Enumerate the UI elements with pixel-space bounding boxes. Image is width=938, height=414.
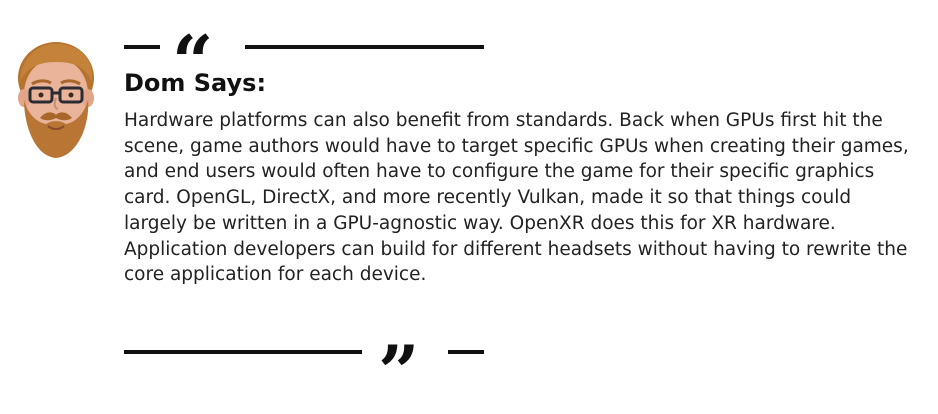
bearded-man-with-glasses-avatar-icon xyxy=(18,42,94,158)
close-quote-mark: ” xyxy=(378,329,419,414)
bottom-rule-right xyxy=(448,350,484,354)
speaker-name: Dom Says: xyxy=(124,69,267,97)
top-rule-right xyxy=(245,45,484,49)
top-rule-left xyxy=(124,45,160,49)
avatar xyxy=(18,42,94,158)
quote-body: Hardware platforms can also benefit from… xyxy=(124,110,909,286)
bottom-rule-left xyxy=(124,350,362,354)
